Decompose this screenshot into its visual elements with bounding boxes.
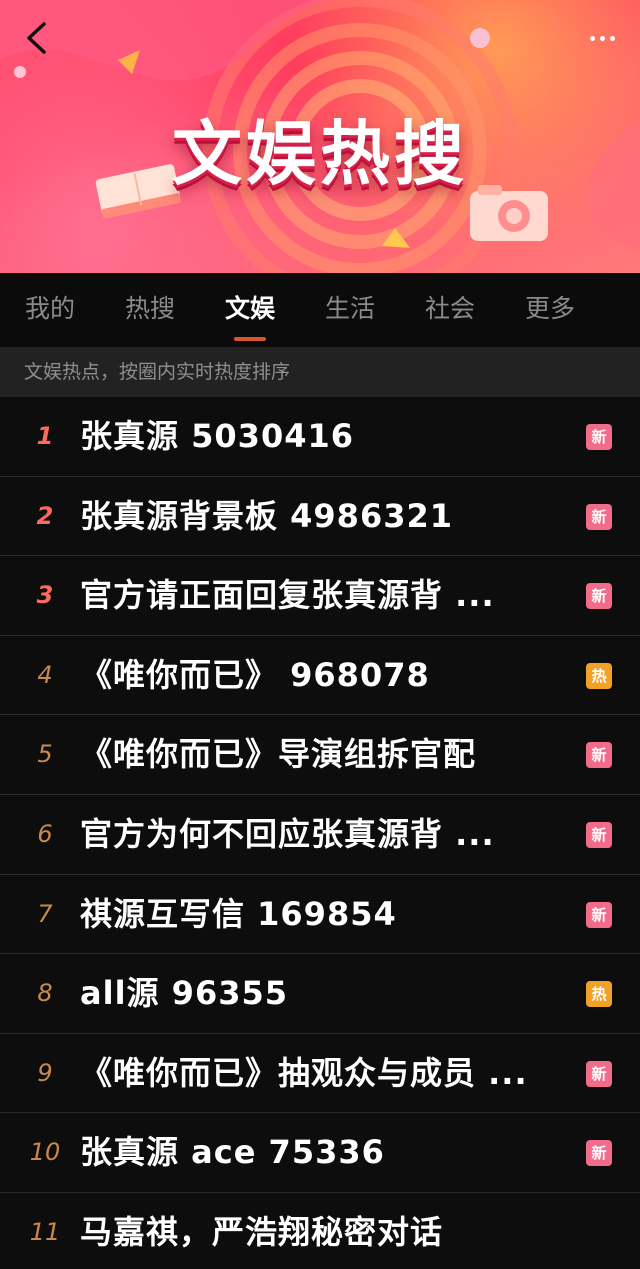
- list-item[interactable]: 1 张真源 5030416 新: [0, 397, 640, 477]
- tab-5[interactable]: 更多: [500, 273, 600, 347]
- chevron-left-icon: [27, 22, 46, 54]
- list-description: 文娱热点，按圈内实时热度排序: [0, 347, 640, 397]
- new-badge: 新: [586, 1140, 612, 1167]
- new-badge: 新: [586, 424, 612, 450]
- list-item[interactable]: 3 官方请正面回复张真源背 ... 新: [0, 556, 640, 636]
- item-title: 《唯你而已》 968078: [80, 655, 430, 694]
- header-banner: 文娱热搜: [0, 0, 640, 273]
- list-item[interactable]: 4 《唯你而已》 968078 热: [0, 636, 640, 716]
- hot-badge: 热: [586, 662, 612, 689]
- list-item[interactable]: 7 祺源互写信 169854 新: [0, 875, 640, 955]
- new-badge: 新: [586, 901, 612, 928]
- rank-number: 1: [36, 422, 54, 450]
- tab-3[interactable]: 生活: [300, 273, 400, 347]
- rank-number: 5: [37, 740, 53, 769]
- more-button[interactable]: [580, 22, 624, 54]
- list-item[interactable]: 6 官方为何不回应张真源背 ... 新: [0, 795, 640, 875]
- hot-badge: 热: [586, 981, 612, 1008]
- rank-number: 8: [37, 979, 53, 1008]
- rank-number: 3: [36, 581, 54, 610]
- item-title: all源 96355: [80, 974, 289, 1013]
- item-title: 官方请正面回复张真源背 ...: [80, 576, 495, 615]
- tab-1[interactable]: 热搜: [100, 273, 200, 347]
- tab-0[interactable]: 我的: [0, 273, 100, 347]
- rank-number: 7: [37, 899, 53, 928]
- tab-2[interactable]: 文娱: [200, 273, 300, 347]
- rank-number: 10: [29, 1138, 61, 1167]
- list-item[interactable]: 8 all源 96355 热: [0, 954, 640, 1034]
- back-button[interactable]: [14, 16, 58, 60]
- new-badge: 新: [586, 1060, 612, 1087]
- more-dots-icon: [589, 35, 615, 41]
- rank-number: 9: [37, 1058, 53, 1087]
- new-badge: 新: [586, 583, 612, 610]
- rank-number: 2: [36, 501, 54, 530]
- hot-search-list: 1 张真源 5030416 新 2 张真源背景板 4986321 新 3 官方请正面回复张真源…: [0, 397, 640, 1269]
- category-tabs: 我的 热搜 文娱 生活 社会 更多: [0, 273, 640, 347]
- list-item[interactable]: 11 马嘉祺，严浩翔秘密对话: [0, 1193, 640, 1269]
- rank-number: 6: [37, 819, 53, 848]
- list-item[interactable]: 2 张真源背景板 4986321 新: [0, 477, 640, 557]
- new-badge: 新: [586, 742, 612, 769]
- list-item[interactable]: 10 张真源 ace 75336 新: [0, 1113, 640, 1193]
- tab-4[interactable]: 社会: [400, 273, 500, 347]
- item-title: 《唯你而已》导演组拆官配: [80, 735, 477, 774]
- list-item[interactable]: 5 《唯你而已》导演组拆官配 新: [0, 715, 640, 795]
- item-title: 马嘉祺，严浩翔秘密对话: [80, 1212, 444, 1251]
- page-title: 文娱热搜: [172, 113, 468, 195]
- rank-number: 11: [29, 1217, 61, 1246]
- item-title: 张真源 5030416: [80, 417, 355, 455]
- new-badge: 新: [586, 503, 612, 530]
- rank-number: 4: [37, 660, 53, 689]
- new-badge: 新: [586, 821, 612, 848]
- item-title: 张真源背景板 4986321: [80, 496, 454, 535]
- item-title: 官方为何不回应张真源背 ...: [80, 814, 495, 853]
- item-title: 祺源互写信 169854: [80, 894, 397, 933]
- list-item[interactable]: 9 《唯你而已》抽观众与成员 ... 新: [0, 1034, 640, 1114]
- item-title: 《唯你而已》抽观众与成员 ...: [80, 1053, 528, 1092]
- item-title: 张真源 ace 75336: [80, 1133, 385, 1172]
